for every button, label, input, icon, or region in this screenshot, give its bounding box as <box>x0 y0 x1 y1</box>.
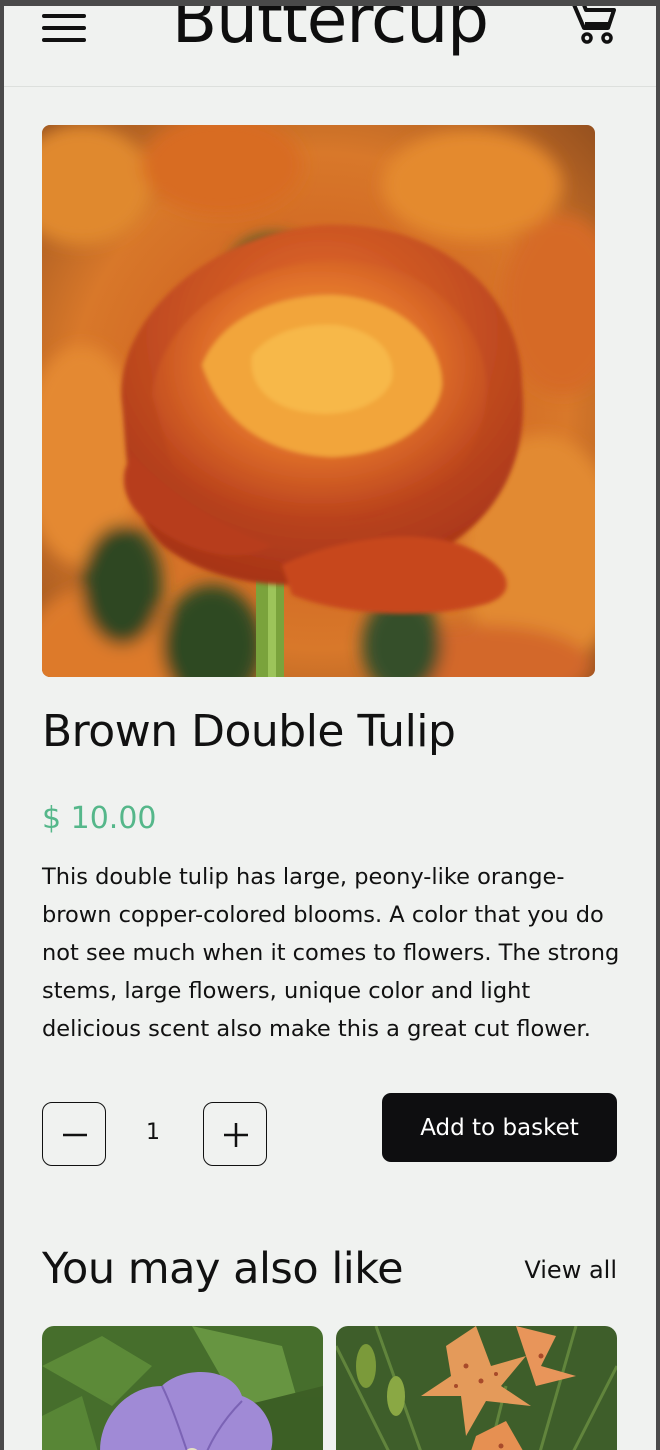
plus-icon <box>224 1123 248 1147</box>
product-description: This double tulip has large, peony-like … <box>42 864 620 1042</box>
quantity-value: 1 <box>146 1120 160 1145</box>
product-image <box>42 125 595 677</box>
hamburger-menu-icon[interactable] <box>42 14 88 44</box>
product-title: Brown Double Tulip <box>42 706 456 757</box>
minus-icon <box>63 1133 87 1137</box>
decrease-quantity-button[interactable] <box>42 1102 106 1166</box>
recommendations-title: You may also like <box>42 1244 404 1294</box>
site-header: Buttercup <box>4 6 656 87</box>
product-page: Buttercup Brown Double Tulip $ 10.00 Thi… <box>4 6 656 1450</box>
product-price: $ 10.00 <box>42 801 157 836</box>
recommendation-card-purple-geranium[interactable] <box>42 1326 323 1450</box>
increase-quantity-button[interactable] <box>203 1102 267 1166</box>
add-to-basket-button[interactable]: Add to basket <box>382 1093 617 1162</box>
view-all-link[interactable]: View all <box>504 1256 617 1284</box>
recommendation-card-orange-lily[interactable] <box>336 1326 617 1450</box>
shopping-cart-icon[interactable] <box>570 6 618 46</box>
brand-logo[interactable]: Buttercup <box>94 6 566 60</box>
